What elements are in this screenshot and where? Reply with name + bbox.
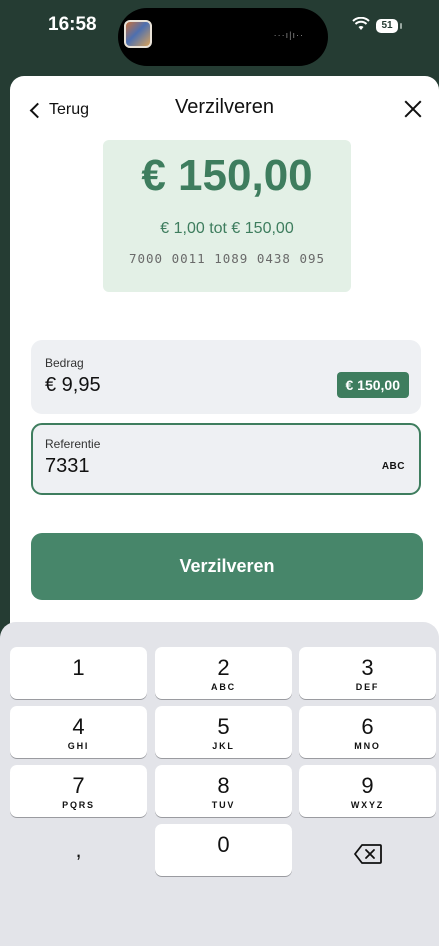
backspace-icon (354, 844, 382, 864)
key-0[interactable]: 0 (155, 824, 292, 876)
app-thumbnail-icon (124, 20, 152, 48)
dynamic-island: ···ı|ı·· (118, 8, 328, 66)
key-letters: JKL (212, 741, 235, 751)
key-digit: 9 (361, 773, 374, 798)
key-digit: 6 (361, 714, 374, 739)
key-4[interactable]: 4 GHI (10, 706, 147, 758)
key-digit: 3 (361, 655, 374, 680)
key-digit: , (75, 837, 82, 862)
key-7[interactable]: 7 PQRS (10, 765, 147, 817)
page-title: Verzilveren (175, 96, 274, 118)
nav-bar: Terug Verzilveren (10, 76, 439, 146)
key-3[interactable]: 3 DEF (299, 647, 436, 699)
key-letters: ABC (211, 682, 236, 692)
key-6[interactable]: 6 MNO (299, 706, 436, 758)
key-digit: 5 (217, 714, 230, 739)
amount-field[interactable]: Bedrag € 9,95 € 150,00 (31, 340, 421, 414)
key-digit: 2 (217, 655, 230, 680)
status-bar: 16:58 ···ı|ı·· 51 (0, 0, 439, 78)
key-letters: DEF (355, 682, 380, 692)
key-digit: 7 (72, 773, 85, 798)
status-time: 16:58 (48, 14, 97, 35)
amount-value: € 9,95 (45, 374, 101, 396)
reference-label: Referentie (45, 437, 101, 451)
close-icon[interactable] (401, 96, 425, 122)
key-digit: 0 (217, 832, 230, 857)
key-digit: 1 (72, 655, 85, 680)
key-1[interactable]: 1 (10, 647, 147, 699)
key-letters: PQRS (62, 800, 95, 810)
key-9[interactable]: 9 WXYZ (299, 765, 436, 817)
redeem-button[interactable]: Verzilveren (31, 533, 423, 600)
keyboard-type-toggle[interactable]: ABC (382, 461, 405, 472)
card-balance: € 150,00 (141, 151, 313, 200)
max-amount-button[interactable]: € 150,00 (336, 372, 409, 398)
audio-wave-icon: ···ı|ı·· (273, 30, 304, 40)
reference-field[interactable]: Referentie 7331 ABC (31, 423, 421, 495)
key-digit: 4 (72, 714, 85, 739)
key-digit: 8 (217, 773, 230, 798)
card-range: € 1,00 tot € 150,00 (160, 220, 294, 237)
key-2[interactable]: 2 ABC (155, 647, 292, 699)
key-letters: WXYZ (350, 800, 385, 810)
key-letters: MNO (354, 741, 381, 751)
key-letters: GHI (67, 741, 90, 751)
reference-value: 7331 (45, 455, 90, 477)
key-8[interactable]: 8 TUV (155, 765, 292, 817)
key-5[interactable]: 5 JKL (155, 706, 292, 758)
wifi-icon (352, 16, 370, 36)
backspace-key[interactable] (299, 824, 436, 876)
card-number: 7000 0011 1089 0438 095 (128, 251, 326, 266)
battery-icon: 51 (376, 19, 402, 33)
key-comma[interactable]: , (10, 824, 147, 876)
numeric-keypad: 1 2 ABC 3 DEF 4 GHI 5 JKL 6 MNO 7 PQRS 8… (0, 622, 439, 946)
key-letters: TUV (211, 800, 236, 810)
amount-label: Bedrag (45, 356, 84, 370)
gift-card-summary: € 150,00 € 1,00 tot € 150,00 7000 0011 1… (103, 140, 351, 292)
